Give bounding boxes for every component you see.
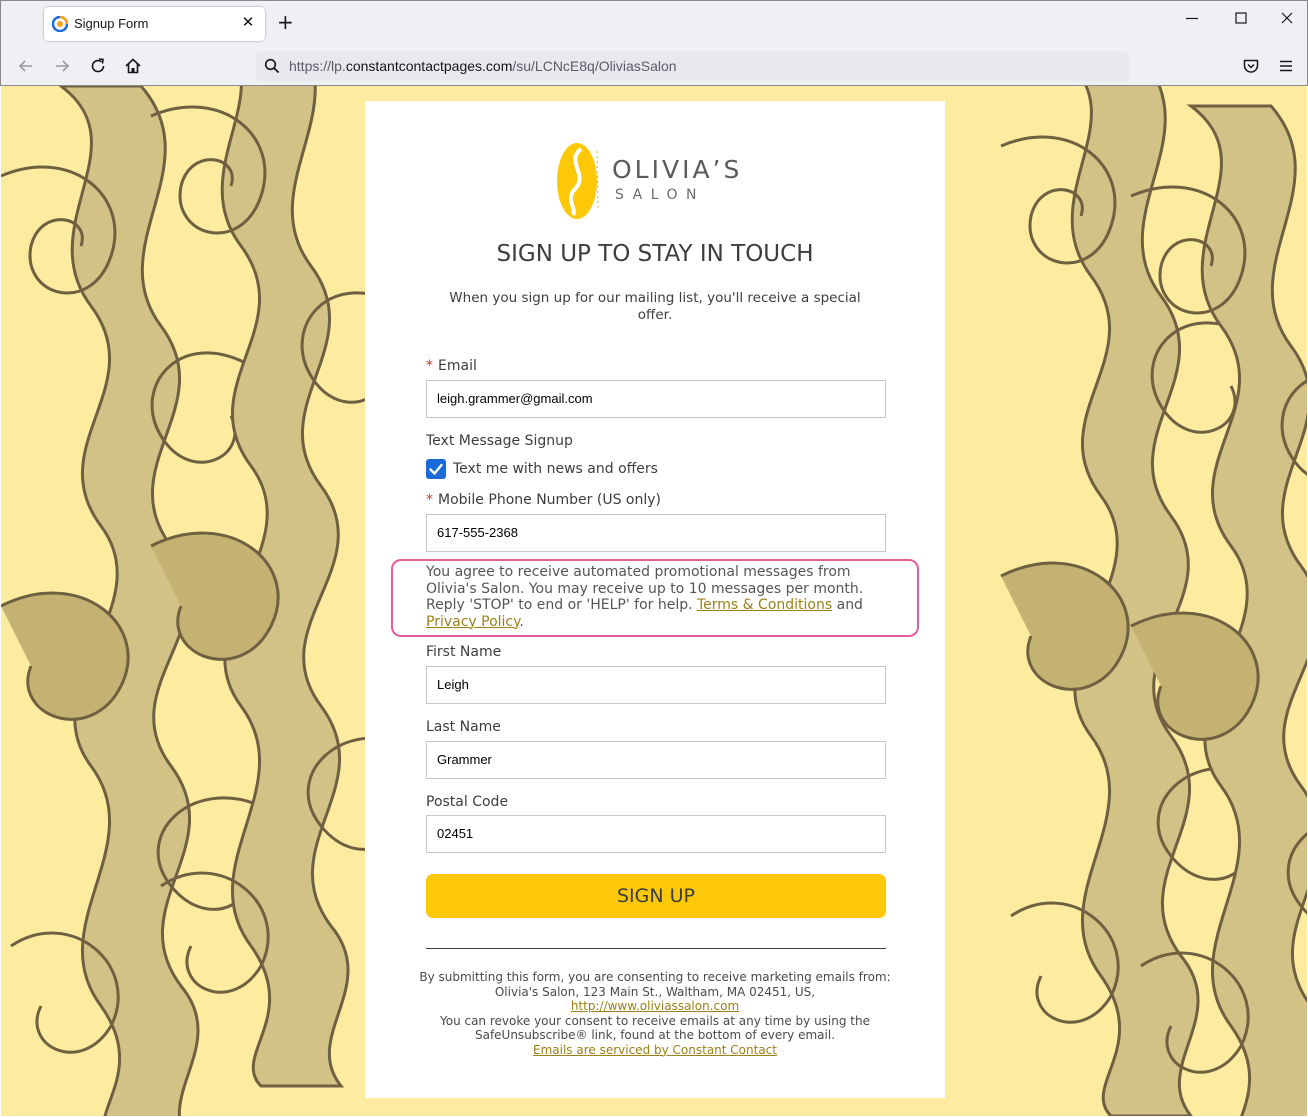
url-domain: constantcontactpages.com: [345, 58, 513, 74]
url-prefix: https://lp.: [289, 58, 346, 74]
constant-contact-link[interactable]: Emails are serviced by Constant Contact: [533, 1043, 777, 1057]
plus-icon[interactable]: +: [277, 12, 294, 32]
logo-name: OLIVIA’S: [612, 155, 743, 184]
first-name-label: First Name: [426, 644, 502, 660]
terms-link[interactable]: Terms & Conditions: [697, 597, 832, 613]
salon-logo: OLIVIA’S SALON: [555, 141, 765, 221]
footer-revoke-text: You can revoke your consent to receive e…: [439, 1013, 870, 1043]
address-bar[interactable]: https://lp.constantcontactpages.com/su/L…: [256, 51, 1129, 81]
pocket-icon[interactable]: [1241, 56, 1261, 76]
form-footer: By submitting this form, you are consent…: [415, 970, 895, 1057]
sms-consent-text: You agree to receive automated promotion…: [426, 564, 896, 630]
home-icon[interactable]: [123, 56, 143, 76]
email-field[interactable]: leigh.grammer@gmail.com: [426, 380, 886, 418]
footer-consent-text: By submitting this form, you are consent…: [419, 970, 891, 999]
postal-code-field[interactable]: 02451: [426, 815, 886, 853]
tab-strip: Signup Form ✕ +: [1, 1, 1307, 46]
email-label-text: Email: [438, 358, 477, 374]
forward-icon[interactable]: [52, 56, 72, 76]
url-text: https://lp.constantcontactpages.com/su/L…: [289, 58, 677, 74]
consent-period: .: [519, 613, 524, 630]
nav-bar: https://lp.constantcontactpages.com/su/L…: [1, 46, 1307, 86]
form-title: SIGN UP TO STAY IN TOUCH: [496, 241, 814, 267]
browser-tab[interactable]: Signup Form ✕: [44, 7, 265, 41]
back-icon[interactable]: [16, 56, 36, 76]
window-close-icon[interactable]: [1277, 11, 1297, 29]
form-intro: When you sign up for our mailing list, y…: [449, 290, 861, 323]
url-path: /su/LCNcE8q/OliviasSalon: [512, 58, 677, 74]
phone-field[interactable]: 617-555-2368: [426, 514, 886, 552]
logo-subtitle: SALON: [615, 187, 706, 203]
tab-title: Signup Form: [74, 16, 149, 31]
sms-checkbox[interactable]: [426, 459, 446, 479]
sign-up-button[interactable]: SIGN UP: [426, 874, 886, 918]
divider: [426, 948, 886, 949]
required-marker: *: [426, 492, 433, 508]
last-name-field[interactable]: Grammer: [426, 741, 886, 779]
phone-label: * Mobile Phone Number (US only): [426, 492, 661, 508]
postal-code-label: Postal Code: [426, 794, 509, 810]
website-link[interactable]: http://www.oliviassalon.com: [571, 999, 739, 1013]
phone-label-text: Mobile Phone Number (US only): [438, 492, 662, 508]
signup-form-card: OLIVIA’S SALON SIGN UP TO STAY IN TOUCH …: [365, 101, 945, 1098]
checkmark-icon: [429, 463, 443, 475]
consent-and: and: [836, 597, 863, 613]
privacy-link[interactable]: Privacy Policy: [426, 614, 519, 630]
maximize-icon[interactable]: [1231, 11, 1251, 29]
first-name-field[interactable]: Leigh: [426, 666, 886, 704]
last-name-label: Last Name: [426, 719, 501, 735]
page-viewport: OLIVIA’S SALON SIGN UP TO STAY IN TOUCH …: [1, 86, 1307, 1116]
sms-checkbox-label[interactable]: Text me with news and offers: [453, 461, 658, 477]
browser-chrome: Signup Form ✕ + https://lp.constantconta…: [0, 0, 1308, 86]
sms-heading: Text Message Signup: [426, 433, 573, 449]
menu-icon[interactable]: [1276, 56, 1296, 76]
firefox-tab-icon: [52, 16, 68, 32]
minimize-icon[interactable]: [1182, 11, 1202, 29]
reload-icon[interactable]: [88, 56, 108, 76]
required-marker: *: [426, 358, 433, 374]
logo-mark: [557, 143, 599, 219]
email-label: * Email: [426, 358, 477, 374]
search-icon: [264, 58, 280, 74]
close-icon[interactable]: ✕: [241, 13, 255, 31]
